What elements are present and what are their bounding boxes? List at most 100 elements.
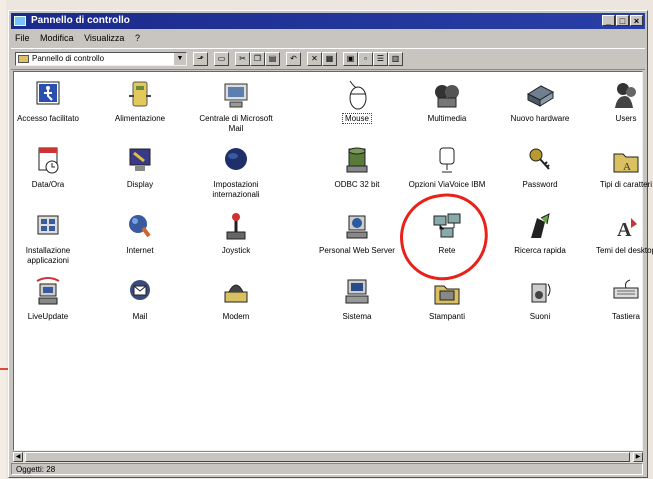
item-tastiera[interactable]: Tastiera bbox=[586, 276, 653, 322]
item-tipi-di-caratteri[interactable]: A Tipi di caratteri bbox=[586, 144, 653, 190]
item-label: Accesso facilitato bbox=[17, 114, 79, 123]
properties-button[interactable]: ▦ bbox=[322, 52, 337, 66]
map-drive-button[interactable]: ▭ bbox=[214, 52, 229, 66]
cut-button[interactable]: ✂ bbox=[235, 52, 250, 66]
item-label: Mail bbox=[132, 312, 148, 321]
item-liveupdate[interactable]: LiveUpdate bbox=[8, 276, 88, 322]
undo-button[interactable]: ↶ bbox=[286, 52, 301, 66]
item-mouse[interactable]: Mouse bbox=[317, 78, 397, 124]
item-stampanti[interactable]: Stampanti bbox=[407, 276, 487, 322]
item-label: LiveUpdate bbox=[27, 312, 69, 321]
item-multimedia[interactable]: Multimedia bbox=[407, 78, 487, 124]
power-icon bbox=[123, 78, 157, 112]
large-icons-button[interactable]: ▣ bbox=[343, 52, 358, 66]
item-users[interactable]: Users bbox=[586, 78, 653, 124]
copy-button[interactable]: ❐ bbox=[250, 52, 265, 66]
details-button[interactable]: ▥ bbox=[388, 52, 403, 66]
keys-icon bbox=[523, 144, 557, 178]
menu-modifica[interactable]: Modifica bbox=[36, 30, 78, 43]
scroll-thumb[interactable] bbox=[25, 452, 630, 462]
scroll-left-icon[interactable]: ◀ bbox=[13, 452, 23, 462]
item-odbc[interactable]: ODBC 32 bit bbox=[317, 144, 397, 190]
mail-postoffice-icon bbox=[219, 78, 253, 112]
item-label: Display bbox=[126, 180, 154, 189]
globe-icon bbox=[219, 144, 253, 178]
paste-button[interactable]: ▤ bbox=[265, 52, 280, 66]
item-personal-web-server[interactable]: Personal Web Server bbox=[317, 210, 397, 256]
multimedia-icon bbox=[430, 78, 464, 112]
item-label: Modem bbox=[222, 312, 250, 321]
item-accesso-facilitato[interactable]: Accesso facilitato bbox=[8, 78, 88, 124]
item-label: Impostazioni internazionali bbox=[212, 180, 260, 199]
item-label: Password bbox=[522, 180, 558, 189]
item-impostazioni-internazionali[interactable]: Impostazioni internazionali bbox=[196, 144, 276, 200]
date-time-icon bbox=[31, 144, 65, 178]
scroll-right-icon[interactable]: ▶ bbox=[633, 452, 643, 462]
item-label: Stampanti bbox=[428, 312, 466, 321]
modem-icon bbox=[219, 276, 253, 310]
item-password[interactable]: Password bbox=[500, 144, 580, 190]
item-data-ora[interactable]: Data/Ora bbox=[8, 144, 88, 190]
status-bar: Oggetti: 28 bbox=[11, 463, 643, 475]
maximize-button[interactable]: □ bbox=[616, 15, 629, 26]
sounds-icon bbox=[523, 276, 557, 310]
close-button[interactable]: × bbox=[630, 15, 643, 26]
joystick-icon bbox=[219, 210, 253, 244]
item-label: Ricerca rapida bbox=[514, 246, 566, 255]
page-margin bbox=[0, 0, 6, 479]
item-temi-del-desktop[interactable]: A Temi del desktop bbox=[586, 210, 653, 256]
users-icon bbox=[609, 78, 643, 112]
item-label: Tastiera bbox=[611, 312, 640, 321]
item-label: Suoni bbox=[529, 312, 551, 321]
item-label: Mouse bbox=[341, 113, 372, 124]
small-icons-button[interactable]: ▫ bbox=[358, 52, 373, 66]
item-suoni[interactable]: Suoni bbox=[500, 276, 580, 322]
item-label: Installazione applicazioni bbox=[25, 246, 71, 265]
accessibility-icon bbox=[31, 78, 65, 112]
horizontal-scrollbar[interactable]: ◀ ▶ bbox=[13, 451, 643, 463]
title-bar[interactable]: Pannello di controllo _ □ × bbox=[11, 13, 645, 29]
item-centrale-mail[interactable]: Centrale di Microsoft Mail bbox=[196, 78, 276, 134]
list-button[interactable]: ☰ bbox=[373, 52, 388, 66]
item-ricerca-rapida[interactable]: Ricerca rapida bbox=[500, 210, 580, 256]
up-folder-button[interactable]: ⬏ bbox=[193, 52, 208, 66]
menu-visualizza[interactable]: Visualizza bbox=[80, 30, 128, 43]
item-label: Sistema bbox=[342, 312, 372, 321]
red-highlight-circle bbox=[394, 188, 494, 286]
item-display[interactable]: Display bbox=[100, 144, 180, 190]
address-value: Pannello di controllo bbox=[32, 54, 105, 63]
web-server-icon bbox=[340, 210, 374, 244]
chevron-down-icon[interactable]: ▼ bbox=[174, 53, 186, 65]
item-alimentazione[interactable]: Alimentazione bbox=[100, 78, 180, 124]
menu-help[interactable]: ? bbox=[131, 30, 144, 43]
desktop-themes-icon: A bbox=[609, 210, 643, 244]
item-mail[interactable]: Mail bbox=[100, 276, 180, 322]
item-viavoice[interactable]: Opzioni ViaVoice IBM bbox=[407, 144, 487, 190]
item-label: Data/Ora bbox=[31, 180, 65, 189]
window-title: Pannello di controllo bbox=[31, 15, 130, 26]
item-sistema[interactable]: Sistema bbox=[317, 276, 397, 322]
address-combo[interactable]: Pannello di controllo ▼ bbox=[15, 52, 187, 66]
delete-button[interactable]: ✕ bbox=[307, 52, 322, 66]
item-label: Personal Web Server bbox=[319, 246, 395, 255]
printers-icon bbox=[430, 276, 464, 310]
item-installazione-applicazioni[interactable]: Installazione applicazioni bbox=[8, 210, 88, 266]
item-label: Internet bbox=[126, 246, 154, 255]
mail-icon bbox=[123, 276, 157, 310]
item-label: Multimedia bbox=[427, 114, 467, 123]
item-nuovo-hardware[interactable]: Nuovo hardware bbox=[500, 78, 580, 124]
item-joystick[interactable]: Joystick bbox=[196, 210, 276, 256]
menu-file[interactable]: File bbox=[11, 30, 34, 43]
item-internet[interactable]: Internet bbox=[100, 210, 180, 256]
fonts-folder-icon: A bbox=[609, 144, 643, 178]
keyboard-icon bbox=[609, 276, 643, 310]
control-panel-app-icon[interactable] bbox=[14, 16, 26, 26]
svg-text:A: A bbox=[617, 219, 632, 241]
odbc-icon bbox=[340, 144, 374, 178]
item-label: Alimentazione bbox=[114, 114, 166, 123]
display-icon bbox=[123, 144, 157, 178]
minimize-button[interactable]: _ bbox=[602, 15, 615, 26]
item-label: Joystick bbox=[221, 246, 251, 255]
icon-view: Accesso facilitato Alimentazione Central… bbox=[13, 71, 653, 451]
item-modem[interactable]: Modem bbox=[196, 276, 276, 322]
